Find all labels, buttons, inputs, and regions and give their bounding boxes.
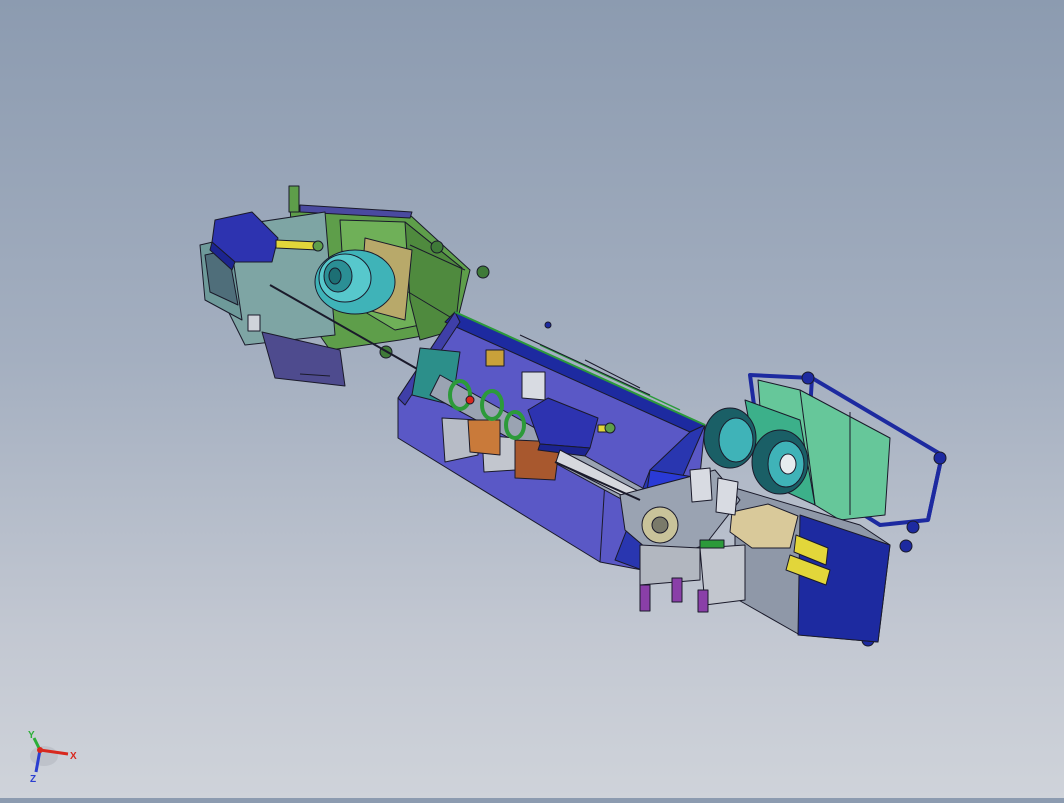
machine-assembly-model[interactable] bbox=[0, 0, 1064, 798]
axis-triad: X Y Z bbox=[22, 728, 92, 788]
y-axis-label: Y bbox=[28, 730, 35, 741]
x-axis-label: X bbox=[70, 751, 77, 762]
cad-3d-viewport[interactable] bbox=[0, 0, 1064, 798]
z-axis-label: Z bbox=[30, 774, 36, 785]
